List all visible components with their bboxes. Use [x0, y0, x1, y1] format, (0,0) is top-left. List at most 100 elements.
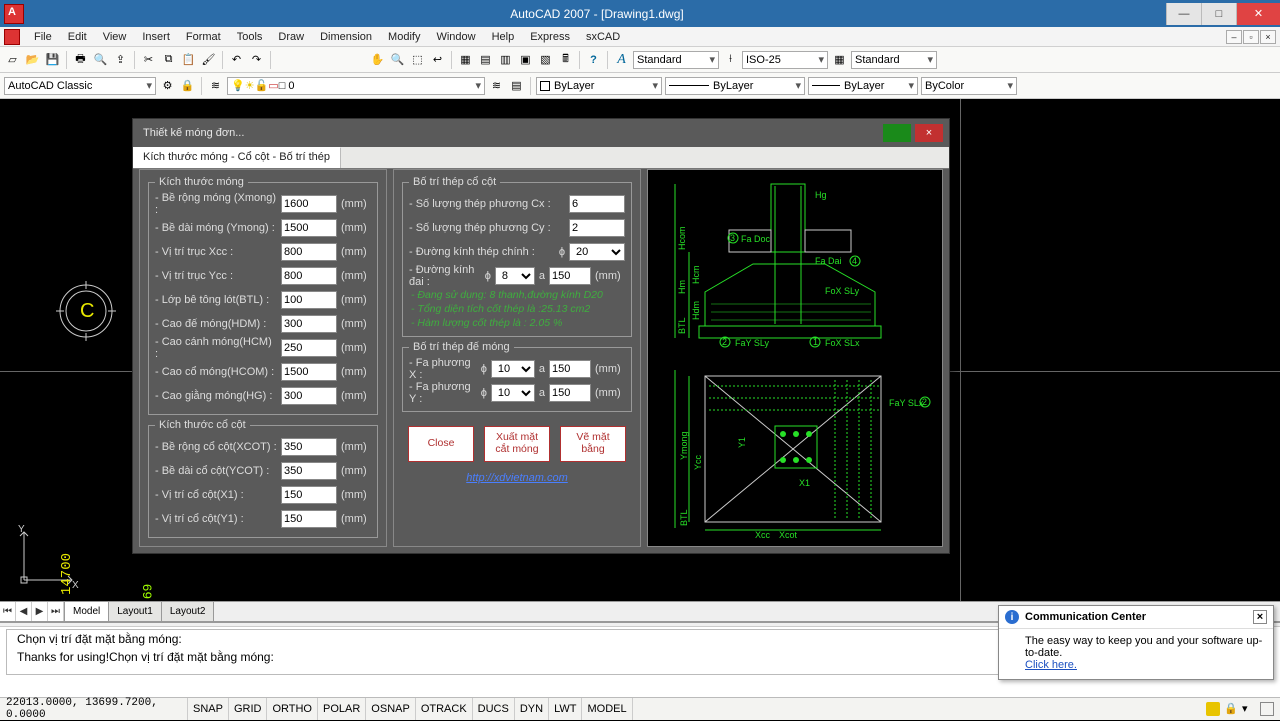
input-fay-sp[interactable]	[549, 384, 591, 402]
dialog-titlebar[interactable]: Thiết kế móng đơn... ×	[133, 119, 949, 147]
open-icon[interactable]: 📂	[24, 51, 41, 68]
input-hcom[interactable]	[281, 363, 337, 381]
toggle-model[interactable]: MODEL	[582, 698, 632, 720]
export-section-button[interactable]: Xuất mặt cắt móng	[484, 426, 550, 462]
workspace-lock-icon[interactable]: 🔒	[179, 77, 196, 94]
zoom-prev-icon[interactable]: ↩	[429, 51, 446, 68]
tab-layout2[interactable]: Layout2	[162, 602, 215, 621]
menu-format[interactable]: Format	[178, 29, 229, 45]
input-ycot[interactable]	[281, 462, 337, 480]
toggle-snap[interactable]: SNAP	[188, 698, 229, 720]
textstyle-icon[interactable]: A	[613, 51, 630, 68]
coord-readout[interactable]: 22013.0000, 13699.7200, 0.0000	[0, 698, 188, 720]
input-fax-sp[interactable]	[549, 360, 591, 378]
toggle-lwt[interactable]: LWT	[549, 698, 582, 720]
tab-layout1[interactable]: Layout1	[109, 602, 162, 621]
layer-states-icon[interactable]: ▤	[508, 77, 525, 94]
tab-prev-icon[interactable]: ◀	[16, 602, 32, 621]
cut-icon[interactable]: ✂	[140, 51, 157, 68]
menu-window[interactable]: Window	[428, 29, 483, 45]
select-fax-dia[interactable]: 10	[491, 360, 535, 378]
select-fay-dia[interactable]: 10	[491, 384, 535, 402]
toggle-ortho[interactable]: ORTHO	[267, 698, 318, 720]
undo-icon[interactable]: ↶	[228, 51, 245, 68]
textstyle-combo[interactable]: Standard▾	[633, 51, 719, 69]
workspace-settings-icon[interactable]: ⚙	[159, 77, 176, 94]
menu-draw[interactable]: Draw	[270, 29, 312, 45]
tab-last-icon[interactable]: ⏭	[48, 602, 64, 621]
select-main-dia[interactable]: 20	[569, 243, 625, 261]
dialog-close-button[interactable]: ×	[915, 124, 943, 142]
input-hcm[interactable]	[281, 339, 337, 357]
mdi-close-button[interactable]: ×	[1260, 30, 1276, 44]
tpalette-icon[interactable]: ▥	[497, 51, 514, 68]
toggle-dyn[interactable]: DYN	[515, 698, 549, 720]
menu-file[interactable]: File	[26, 29, 60, 45]
publish-icon[interactable]: ⇪	[112, 51, 129, 68]
linetype-combo[interactable]: ByLayer▾	[665, 77, 805, 95]
maximize-button[interactable]: □	[1201, 3, 1236, 25]
dcenter-icon[interactable]: ▤	[477, 51, 494, 68]
layer-prev-icon[interactable]: ≋	[488, 77, 505, 94]
select-stirrup-dia[interactable]: 8	[495, 267, 535, 285]
redo-icon[interactable]: ↷	[248, 51, 265, 68]
input-hg[interactable]	[281, 387, 337, 405]
tray-lock-icon[interactable]: 🔒	[1224, 702, 1238, 716]
dialog-ok-button[interactable]	[883, 124, 911, 142]
plot-icon[interactable]: 🖶	[72, 51, 89, 68]
plotstyle-combo[interactable]: ByColor▾	[921, 77, 1017, 95]
toggle-otrack[interactable]: OTRACK	[416, 698, 473, 720]
workspace-combo[interactable]: AutoCAD Classic▾	[4, 77, 156, 95]
commcenter-close-button[interactable]: ×	[1253, 610, 1267, 624]
menu-tools[interactable]: Tools	[229, 29, 271, 45]
dimstyle-icon[interactable]: ⟊	[722, 51, 739, 68]
menu-express[interactable]: Express	[522, 29, 578, 45]
input-xmong[interactable]	[281, 195, 337, 213]
menu-sxcad[interactable]: sxCAD	[578, 29, 628, 45]
tray-chevron-icon[interactable]: ▾	[1242, 702, 1256, 716]
preview-icon[interactable]: 🔍	[92, 51, 109, 68]
zoom-rt-icon[interactable]: 🔍	[389, 51, 406, 68]
ssm-icon[interactable]: ▣	[517, 51, 534, 68]
website-link[interactable]: http://xdvietnam.com	[466, 472, 568, 484]
minimize-button[interactable]: —	[1166, 3, 1201, 25]
close-button[interactable]: ✕	[1236, 3, 1280, 25]
tab-first-icon[interactable]: ⏮	[0, 602, 16, 621]
new-icon[interactable]: ▱	[4, 51, 21, 68]
layer-combo[interactable]: 💡☀🔓▭□ 0▾	[227, 77, 485, 95]
dialog-tab-active[interactable]: Kích thước móng - Cổ cột - Bố trí thép	[133, 147, 341, 168]
tab-next-icon[interactable]: ▶	[32, 602, 48, 621]
draw-plan-button[interactable]: Vẽ mặt bằng	[560, 426, 626, 462]
input-xcc[interactable]	[281, 243, 337, 261]
toggle-grid[interactable]: GRID	[229, 698, 268, 720]
input-xcot[interactable]	[281, 438, 337, 456]
input-stirrup-sp[interactable]	[549, 267, 591, 285]
help-icon[interactable]: ?	[585, 51, 602, 68]
mdi-minimize-button[interactable]: –	[1226, 30, 1242, 44]
markup-icon[interactable]: ▧	[537, 51, 554, 68]
zoom-win-icon[interactable]: ⬚	[409, 51, 426, 68]
input-cy[interactable]	[569, 219, 625, 237]
close-dialog-button[interactable]: Close	[408, 426, 474, 462]
dimstyle-combo[interactable]: ISO-25▾	[742, 51, 828, 69]
menu-modify[interactable]: Modify	[380, 29, 428, 45]
commcenter-link[interactable]: Click here.	[1025, 659, 1077, 671]
paste-icon[interactable]: 📋	[180, 51, 197, 68]
tray-cleanscreen-icon[interactable]	[1260, 702, 1274, 716]
input-cx[interactable]	[569, 195, 625, 213]
input-x1[interactable]	[281, 486, 337, 504]
menu-help[interactable]: Help	[484, 29, 523, 45]
toggle-ducs[interactable]: DUCS	[473, 698, 515, 720]
copy-icon[interactable]: ⧉	[160, 51, 177, 68]
menu-dimension[interactable]: Dimension	[312, 29, 380, 45]
menu-view[interactable]: View	[95, 29, 135, 45]
menu-insert[interactable]: Insert	[134, 29, 178, 45]
color-combo[interactable]: ByLayer▾	[536, 77, 662, 95]
properties-icon[interactable]: ▦	[457, 51, 474, 68]
tablestyle-combo[interactable]: Standard▾	[851, 51, 937, 69]
calc-icon[interactable]: 🖩	[557, 51, 574, 68]
menu-edit[interactable]: Edit	[60, 29, 95, 45]
layer-manager-icon[interactable]: ≋	[207, 77, 224, 94]
input-hdm[interactable]	[281, 315, 337, 333]
save-icon[interactable]: 💾	[44, 51, 61, 68]
